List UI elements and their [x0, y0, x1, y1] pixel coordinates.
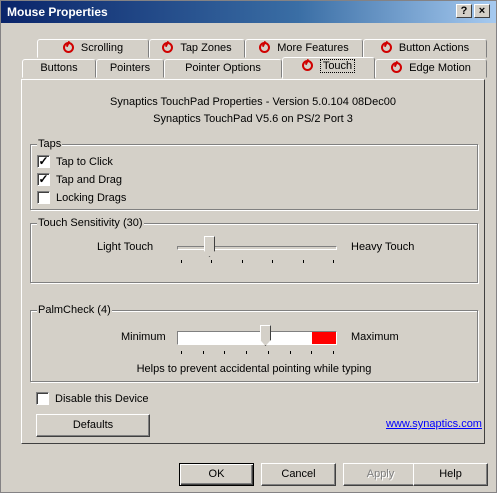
- heavy-touch-label: Heavy Touch: [351, 241, 415, 253]
- tab-button-actions[interactable]: Button Actions: [363, 39, 487, 58]
- touch-sensitivity-group: Touch Sensitivity (30) Light Touch Heavy…: [30, 217, 478, 283]
- ok-button[interactable]: OK: [179, 463, 254, 486]
- help-title-button[interactable]: ?: [456, 4, 472, 18]
- slider-tick: [246, 351, 248, 354]
- touch-sensitivity-track[interactable]: [177, 246, 337, 250]
- touch-sensitivity-title: Touch Sensitivity (30): [37, 217, 144, 229]
- tap-to-click-label: Tap to Click: [56, 155, 113, 168]
- synaptics-icon: [380, 42, 392, 53]
- version-text: Synaptics TouchPad Properties - Version …: [110, 96, 396, 108]
- close-title-button[interactable]: ×: [474, 4, 490, 18]
- tab-label: Edge Motion: [409, 62, 471, 74]
- tab-label: Pointer Options: [185, 62, 261, 74]
- synaptics-icon: [62, 42, 74, 53]
- slider-tick: [267, 351, 269, 354]
- palmcheck-track[interactable]: [177, 331, 337, 345]
- slider-tick: [333, 351, 334, 354]
- slider-tick: [211, 260, 213, 263]
- check-mark-icon: ✓: [38, 154, 49, 168]
- synaptics-website-link[interactable]: www.synaptics.com: [386, 418, 482, 430]
- device-text: Synaptics TouchPad V5.6 on PS/2 Port 3: [153, 113, 353, 125]
- checkbox-box[interactable]: ✓: [37, 155, 50, 168]
- tab-label: Scrolling: [80, 42, 124, 54]
- tab-label: Buttons: [40, 62, 78, 74]
- slider-tick: [181, 351, 182, 354]
- palmcheck-hint: Helps to prevent accidental pointing whi…: [136, 363, 372, 375]
- checkbox-box[interactable]: [36, 392, 49, 405]
- palm-maximum-label: Maximum: [351, 331, 399, 343]
- synaptics-icon: [301, 60, 313, 71]
- slider-tick: [302, 260, 304, 263]
- tab-pointers[interactable]: Pointers: [96, 59, 164, 78]
- palm-minimum-label: Minimum: [121, 331, 166, 343]
- locking-drags-checkbox[interactable]: Locking Drags: [37, 191, 126, 204]
- touch-tab-panel: Synaptics TouchPad Properties - Version …: [21, 79, 485, 444]
- palmcheck-group: PalmCheck (4) Minimum Maximum Helps to p…: [30, 304, 478, 382]
- synaptics-icon: [259, 42, 271, 53]
- light-touch-label: Light Touch: [97, 241, 154, 253]
- slider-tick: [202, 351, 204, 354]
- title-bar[interactable]: Mouse Properties ? ×: [1, 1, 496, 23]
- tab-tap-zones[interactable]: Tap Zones: [149, 39, 245, 58]
- help-icon: ?: [460, 5, 468, 17]
- tab-edge-motion[interactable]: Edge Motion: [375, 59, 487, 78]
- slider-tick: [272, 260, 274, 263]
- slider-tick: [224, 351, 226, 354]
- slider-tick: [333, 260, 334, 263]
- slider-tick: [311, 351, 313, 354]
- tab-more-features[interactable]: More Features: [245, 39, 363, 58]
- taps-group-title: Taps: [37, 138, 63, 150]
- tab-label: More Features: [277, 42, 349, 54]
- taps-group: Taps ✓ Tap to Click ✓ Tap and Drag Locki…: [30, 138, 478, 210]
- tap-and-drag-checkbox[interactable]: ✓ Tap and Drag: [37, 173, 122, 186]
- tab-label: Button Actions: [398, 42, 470, 54]
- tap-and-drag-label: Tap and Drag: [56, 173, 123, 186]
- tab-label: Tap Zones: [180, 42, 232, 54]
- disable-device-label: Disable this Device: [55, 392, 149, 405]
- tab-pointer-options[interactable]: Pointer Options: [164, 59, 282, 78]
- checkbox-box[interactable]: [37, 191, 50, 204]
- defaults-button[interactable]: Defaults: [36, 414, 150, 437]
- tap-to-click-checkbox[interactable]: ✓ Tap to Click: [37, 155, 113, 168]
- tab-touch[interactable]: Touch: [282, 57, 375, 79]
- disable-device-checkbox[interactable]: Disable this Device: [36, 392, 149, 405]
- slider-tick: [181, 260, 182, 263]
- palmcheck-title: PalmCheck (4): [37, 304, 112, 316]
- synaptics-icon: [162, 42, 174, 53]
- locking-drags-label: Locking Drags: [56, 191, 127, 204]
- synaptics-icon: [391, 62, 403, 73]
- close-icon: ×: [478, 5, 486, 17]
- touch-sensitivity-slider-thumb[interactable]: [204, 236, 215, 257]
- cancel-button[interactable]: Cancel: [261, 463, 336, 486]
- help-button[interactable]: Help: [413, 463, 488, 486]
- tab-label: Touch: [319, 59, 356, 73]
- check-mark-icon: ✓: [38, 172, 49, 186]
- slider-tick: [289, 351, 291, 354]
- tab-label: Pointers: [109, 62, 151, 74]
- window-title: Mouse Properties: [7, 5, 108, 19]
- slider-tick: [241, 260, 243, 263]
- checkbox-box[interactable]: ✓: [37, 173, 50, 186]
- palmcheck-red-zone: [312, 332, 336, 344]
- tab-scrolling[interactable]: Scrolling: [37, 39, 149, 58]
- apply-button[interactable]: Apply: [343, 463, 418, 486]
- mouse-properties-window: Mouse Properties ? × Scrolling Tap Zones…: [0, 0, 497, 493]
- tab-buttons[interactable]: Buttons: [22, 59, 96, 78]
